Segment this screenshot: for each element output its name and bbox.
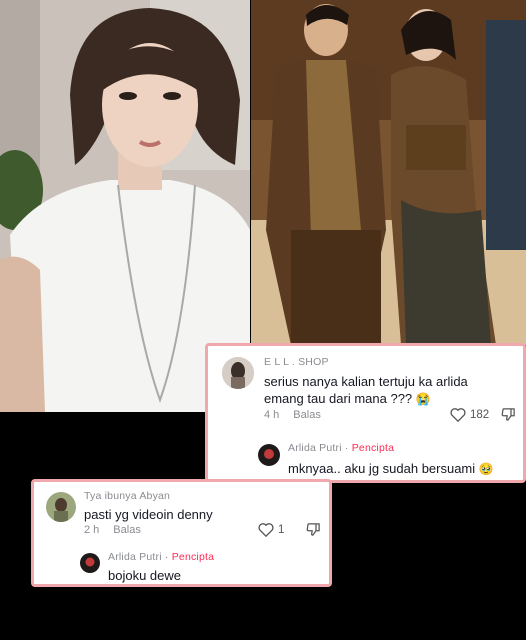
reply-text: mknyaa.. aku jg sudah bersuami xyxy=(288,461,476,476)
like-button[interactable]: 1 xyxy=(258,522,284,537)
avatar[interactable] xyxy=(46,492,76,522)
avatar[interactable] xyxy=(258,444,280,466)
dislike-button[interactable] xyxy=(501,407,516,427)
reply-separator: · xyxy=(341,442,352,454)
comment-main-row: E L L . SHOP serius nanya kalian tertuju… xyxy=(222,356,468,408)
comment-card-second: Tya ibunya Abyan pasti yg videoin denny … xyxy=(31,479,332,587)
reply-row: Arlida Putri · Pencipta mknyaa.. aku jg … xyxy=(258,442,494,478)
reply-username-line: Arlida Putri · Pencipta xyxy=(288,442,494,454)
reply-button[interactable]: Balas xyxy=(113,524,141,536)
comment-text: pasti yg videoin denny xyxy=(84,507,213,522)
comment-username[interactable]: E L L . SHOP xyxy=(264,356,468,368)
dislike-button[interactable] xyxy=(306,522,321,542)
comment-card-main: E L L . SHOP serius nanya kalian tertuju… xyxy=(205,343,526,483)
like-count: 182 xyxy=(470,408,490,421)
reply-username[interactable]: Arlida Putri xyxy=(288,442,342,454)
thumbs-down-icon xyxy=(501,408,515,421)
reply-text: bojoku dewe xyxy=(108,568,181,583)
comment-text-line2: emang tau dari mana ??? xyxy=(264,391,413,406)
reply-separator: · xyxy=(161,551,172,563)
reply-text-wrap: mknyaa.. aku jg sudah bersuami 🥹 xyxy=(288,460,494,478)
heart-icon xyxy=(258,523,274,537)
comment-second-row: Tya ibunya Abyan pasti yg videoin denny xyxy=(46,490,213,523)
heart-icon xyxy=(450,408,466,422)
avatar[interactable] xyxy=(222,357,254,389)
comment-meta: 4 h Balas xyxy=(264,409,321,421)
like-count: 1 xyxy=(278,523,285,536)
pleading-emoji: 🥹 xyxy=(478,462,494,476)
thumbs-down-icon xyxy=(306,523,320,536)
reply-button[interactable]: Balas xyxy=(293,409,321,421)
comment-time: 2 h xyxy=(84,524,100,536)
comment-meta: 2 h Balas xyxy=(84,524,141,536)
reply-row: Arlida Putri · Pencipta bojoku dewe xyxy=(80,551,214,584)
creator-badge: Pencipta xyxy=(351,442,395,454)
reply-username-line: Arlida Putri · Pencipta xyxy=(108,551,214,563)
right-photo xyxy=(251,0,526,345)
like-button[interactable]: 182 xyxy=(450,407,489,422)
comment-text-line2-wrap: emang tau dari mana ??? 😭 xyxy=(264,390,468,408)
comment-text-line1: serius nanya kalian tertuju ka arlida xyxy=(264,374,468,389)
comment-time: 4 h xyxy=(264,409,280,421)
creator-badge: Pencipta xyxy=(171,551,215,563)
reply-username[interactable]: Arlida Putri xyxy=(108,551,162,563)
crying-emoji: 😭 xyxy=(415,392,431,406)
avatar[interactable] xyxy=(80,553,100,573)
comment-username[interactable]: Tya ibunya Abyan xyxy=(84,490,213,502)
